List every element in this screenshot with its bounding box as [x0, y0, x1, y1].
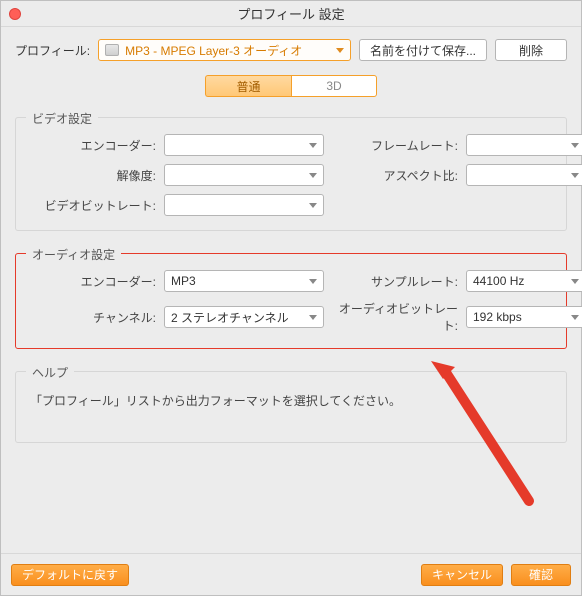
- video-encoder-select[interactable]: [164, 134, 324, 156]
- aspect-ratio-label: アスペクト比:: [330, 167, 460, 184]
- chevron-down-icon: [309, 203, 317, 208]
- chevron-down-icon: [571, 143, 579, 148]
- cancel-button[interactable]: キャンセル: [421, 564, 503, 586]
- help-group: ヘルプ 「プロフィール」リストから出力フォーマットを選択してください。: [15, 371, 567, 443]
- titlebar: プロフィール 設定: [1, 1, 581, 27]
- video-encoder-label: エンコーダー:: [28, 137, 158, 154]
- video-bitrate-label: ビデオビットレート:: [28, 197, 158, 214]
- profile-row: プロフィール: MP3 - MPEG Layer-3 オーディオ 名前を付けて保…: [15, 39, 567, 61]
- chevron-down-icon: [571, 279, 579, 284]
- frame-rate-select[interactable]: [466, 134, 582, 156]
- window-title: プロフィール 設定: [1, 4, 581, 23]
- footer: デフォルトに戻す キャンセル 確認: [1, 553, 581, 595]
- chevron-down-icon: [336, 48, 344, 53]
- chevron-down-icon: [309, 143, 317, 148]
- aspect-ratio-select[interactable]: [466, 164, 582, 186]
- video-settings-group: ビデオ設定 エンコーダー: フレームレート: 解像度: アスペクト比: ビデオビ…: [15, 117, 567, 231]
- audio-encoder-select[interactable]: MP3: [164, 270, 324, 292]
- ok-button[interactable]: 確認: [511, 564, 571, 586]
- video-bitrate-select[interactable]: [164, 194, 324, 216]
- audio-legend: オーディオ設定: [26, 246, 121, 263]
- audio-encoder-label: エンコーダー:: [28, 273, 158, 290]
- defaults-button[interactable]: デフォルトに戻す: [11, 564, 129, 586]
- audio-bitrate-select[interactable]: 192 kbps: [466, 306, 582, 328]
- tab-normal[interactable]: 普通: [205, 75, 291, 97]
- tab-3d[interactable]: 3D: [291, 75, 377, 97]
- profile-select[interactable]: MP3 - MPEG Layer-3 オーディオ: [98, 39, 351, 61]
- sample-rate-select[interactable]: 44100 Hz: [466, 270, 582, 292]
- audio-bitrate-label: オーディオビットレート:: [330, 300, 460, 334]
- chevron-down-icon: [571, 315, 579, 320]
- delete-button[interactable]: 削除: [495, 39, 567, 61]
- save-as-button[interactable]: 名前を付けて保存...: [359, 39, 487, 61]
- help-text: 「プロフィール」リストから出力フォーマットを選択してください。: [28, 388, 554, 413]
- audio-settings-group: オーディオ設定 エンコーダー: MP3 サンプルレート: 44100 Hz チャ…: [15, 253, 567, 349]
- format-icon: [105, 44, 119, 56]
- help-legend: ヘルプ: [26, 364, 74, 381]
- sample-rate-label: サンプルレート:: [330, 273, 460, 290]
- channel-select[interactable]: 2 ステレオチャンネル: [164, 306, 324, 328]
- tab-bar: 普通 3D: [15, 75, 567, 97]
- profile-settings-window: プロフィール 設定 プロフィール: MP3 - MPEG Layer-3 オーデ…: [0, 0, 582, 596]
- chevron-down-icon: [309, 279, 317, 284]
- profile-selected-text: MP3 - MPEG Layer-3 オーディオ: [125, 42, 330, 59]
- chevron-down-icon: [309, 315, 317, 320]
- channel-label: チャンネル:: [28, 309, 158, 326]
- chevron-down-icon: [571, 173, 579, 178]
- chevron-down-icon: [309, 173, 317, 178]
- video-legend: ビデオ設定: [26, 110, 98, 127]
- resolution-select[interactable]: [164, 164, 324, 186]
- frame-rate-label: フレームレート:: [330, 137, 460, 154]
- profile-label: プロフィール:: [15, 42, 90, 59]
- resolution-label: 解像度:: [28, 167, 158, 184]
- close-icon[interactable]: [9, 8, 21, 20]
